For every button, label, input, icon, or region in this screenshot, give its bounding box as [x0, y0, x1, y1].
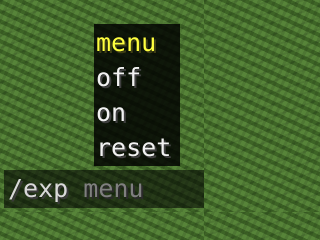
game-world-background: menu off on reset /exp menu	[0, 0, 204, 212]
suggestion-item-on[interactable]: on	[96, 97, 126, 129]
command-suggestion-list: menu off on reset	[94, 24, 180, 166]
suggestion-item-off[interactable]: off	[96, 62, 141, 94]
chat-input-field[interactable]: /exp menu	[8, 172, 143, 206]
suggestion-item-reset[interactable]: reset	[96, 132, 171, 164]
typed-command-text: /exp	[8, 174, 84, 203]
chat-input-bar[interactable]: /exp menu	[4, 170, 204, 208]
suggestion-item-menu[interactable]: menu	[96, 27, 156, 59]
ghost-suggestion-text: menu	[83, 174, 144, 203]
